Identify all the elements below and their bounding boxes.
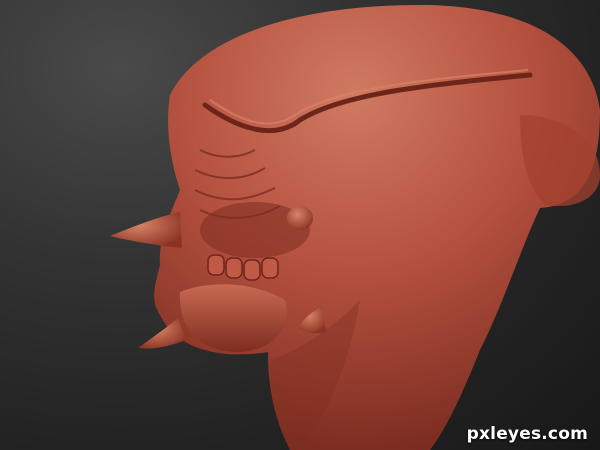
ear-knob bbox=[287, 206, 313, 230]
image-canvas: pxleyes.com bbox=[0, 0, 600, 450]
watermark-text: pxleyes.com bbox=[466, 424, 588, 444]
lower-left-horn bbox=[138, 318, 186, 349]
upper-horn bbox=[110, 212, 182, 248]
clay-creature-sculpt bbox=[110, 5, 600, 450]
